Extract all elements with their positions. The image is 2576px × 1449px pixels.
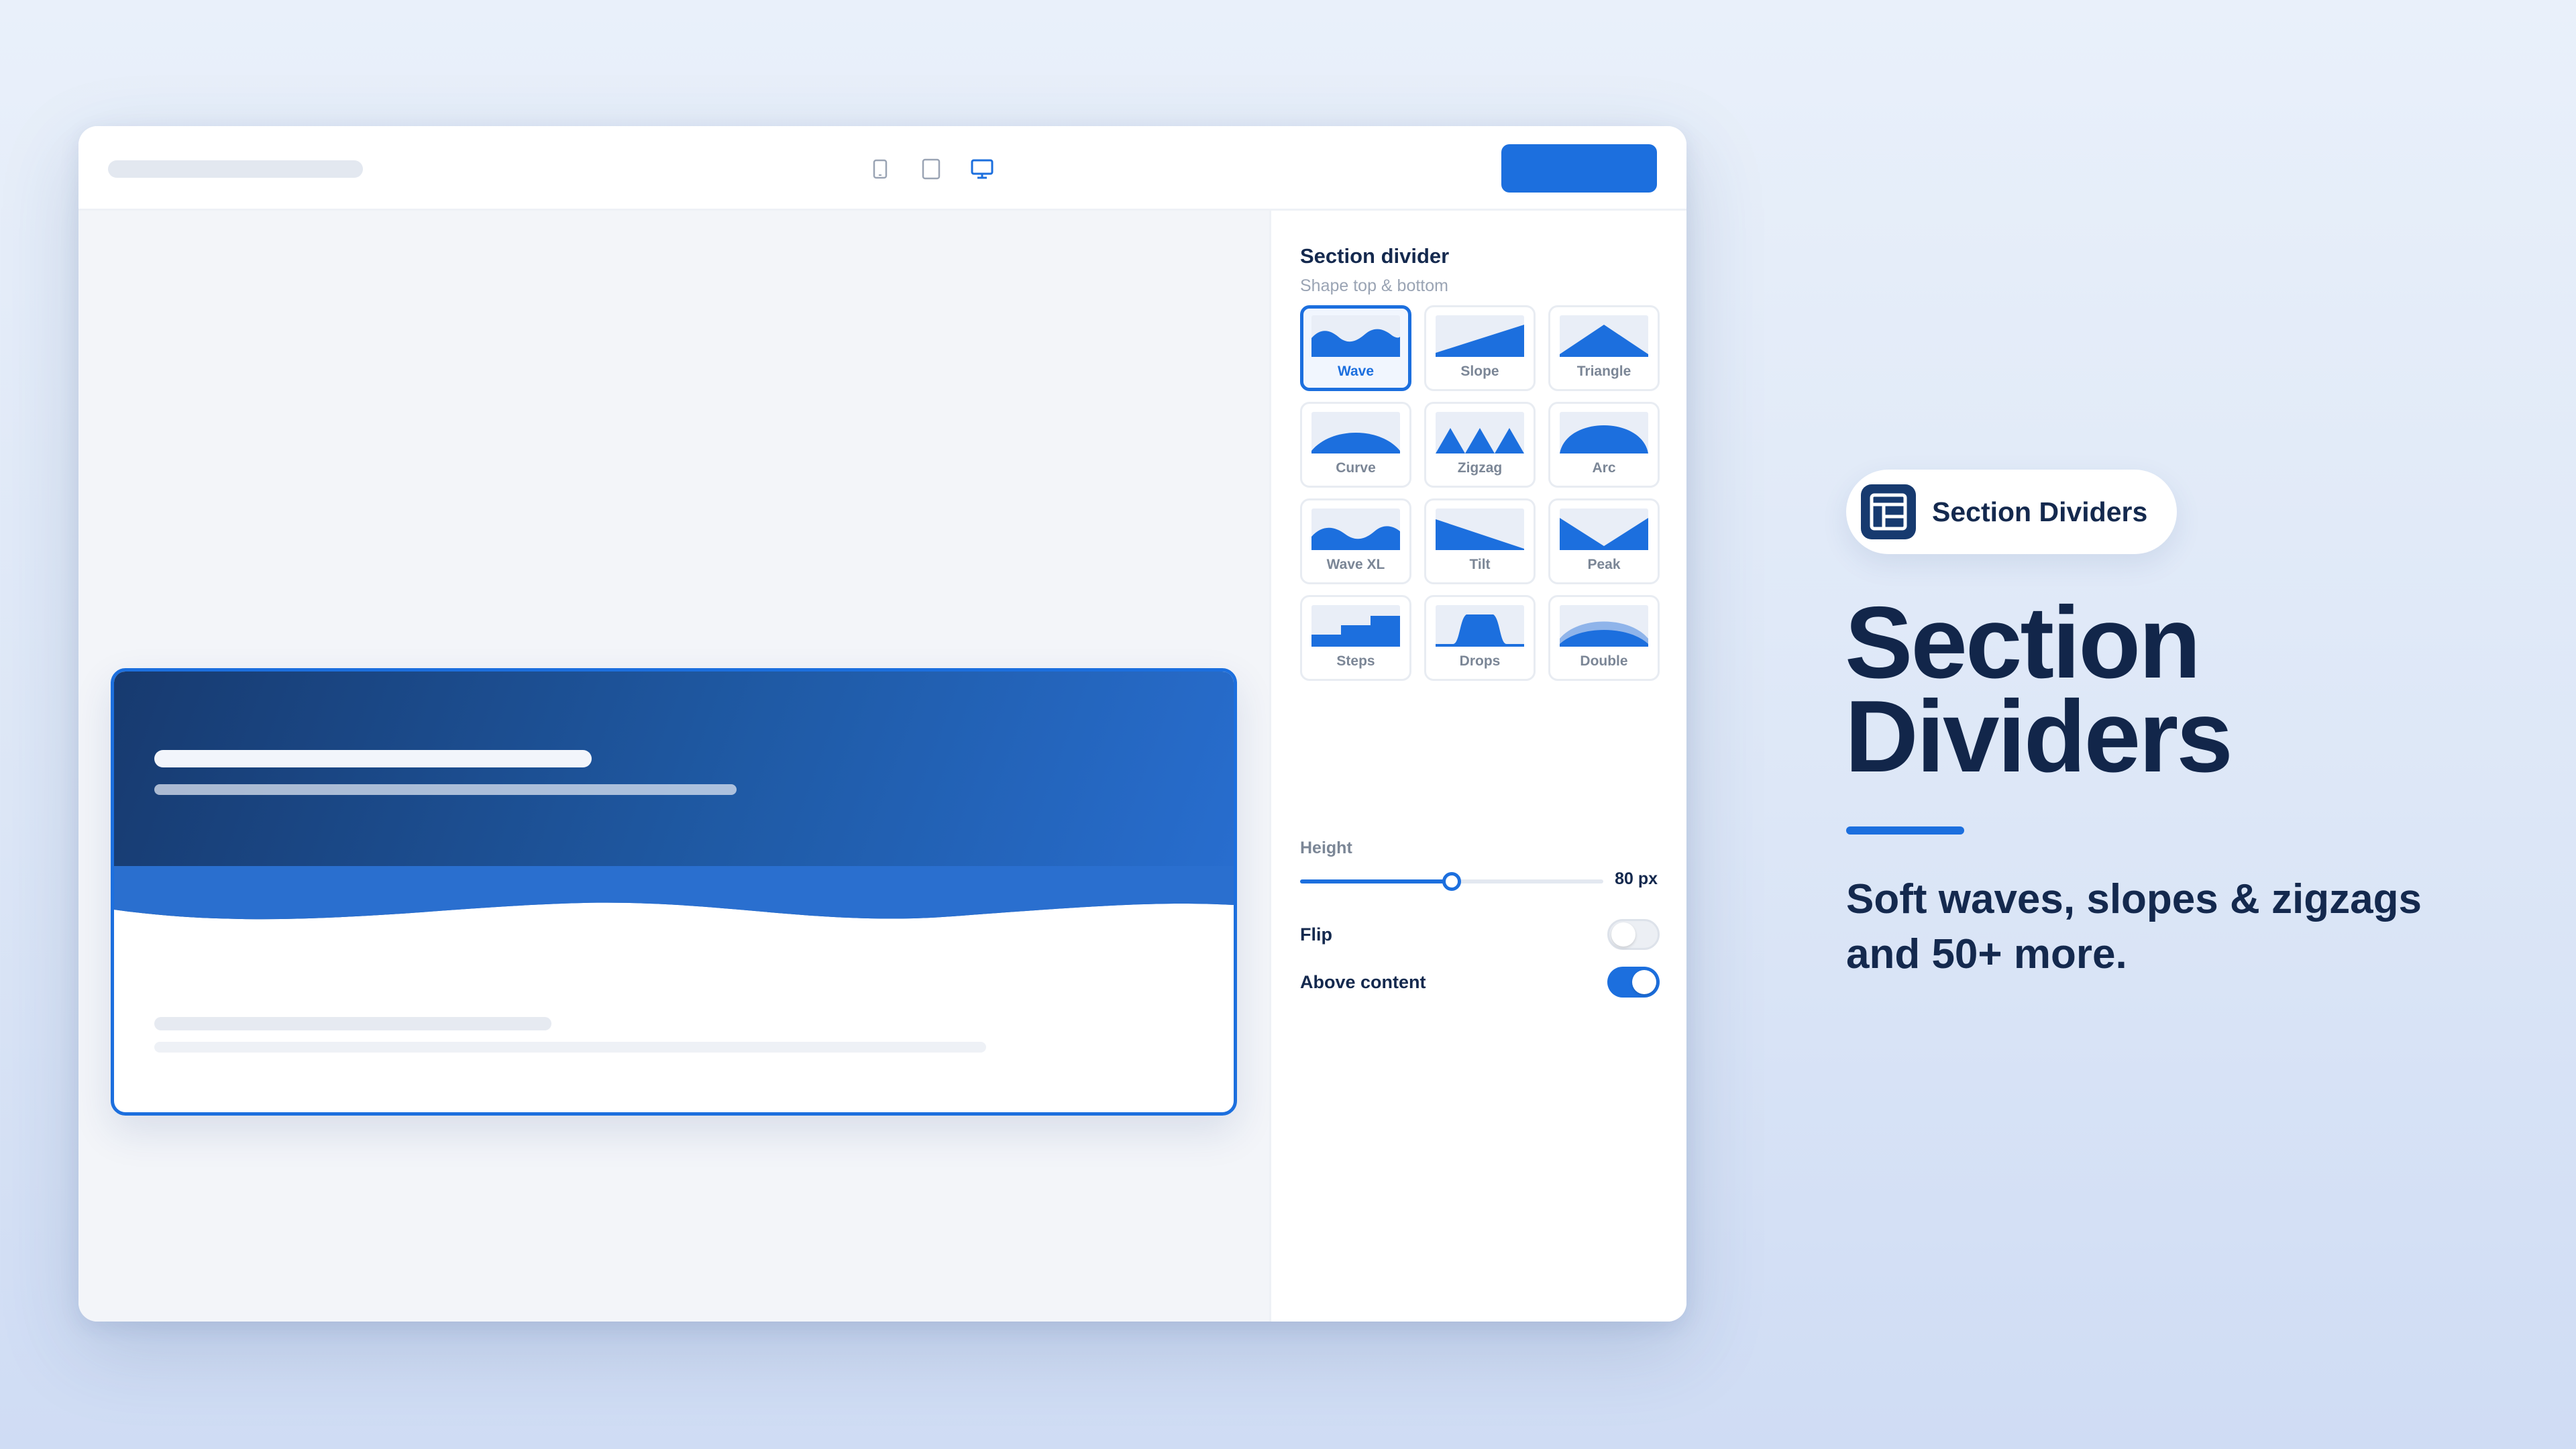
editor-window: Section divider Shape top & bottom Wave … <box>78 126 1686 1322</box>
shape-tile-drops[interactable]: Drops <box>1424 595 1536 681</box>
accent-divider <box>1846 826 1964 835</box>
body-text-placeholder <box>154 1017 551 1030</box>
shape-label: Steps <box>1336 653 1375 669</box>
shape-grid: Wave Slope Triangle Curve Zigzag Arc Wav… <box>1300 305 1660 681</box>
toggle-knob <box>1632 970 1656 994</box>
preview-canvas <box>78 211 1269 1322</box>
drops-shape-icon <box>1436 605 1524 647</box>
flip-toggle[interactable] <box>1607 919 1660 950</box>
settings-panel: Section divider Shape top & bottom Wave … <box>1269 211 1686 1322</box>
shape-label: Wave XL <box>1326 557 1385 572</box>
wave-divider <box>114 866 1234 947</box>
tagline-line: Soft waves, slopes & zigzags <box>1846 876 2422 922</box>
above-content-label: Above content <box>1300 972 1426 992</box>
flip-row: Flip <box>1300 919 1660 950</box>
feature-badge: Section Dividers <box>1846 470 2178 554</box>
badge-label: Section Dividers <box>1932 496 2148 527</box>
tagline: Soft waves, slopes & zigzags and 50+ mor… <box>1846 872 2517 982</box>
shape-tile-steps[interactable]: Steps <box>1300 595 1411 681</box>
hero-heading-placeholder <box>154 750 592 767</box>
layout-sections-icon <box>1861 484 1916 539</box>
shape-tile-zigzag[interactable]: Zigzag <box>1424 402 1536 488</box>
arc-shape-icon <box>1560 412 1648 453</box>
shape-tile-double[interactable]: Double <box>1548 595 1660 681</box>
page-title-placeholder <box>108 160 363 178</box>
triangle-shape-icon <box>1560 315 1648 357</box>
device-switcher <box>869 154 994 184</box>
shape-label: Curve <box>1336 460 1376 476</box>
tablet-icon[interactable] <box>920 158 943 180</box>
shape-tile-slope[interactable]: Slope <box>1424 305 1536 391</box>
zigzag-shape-icon <box>1436 412 1524 453</box>
editor-toolbar <box>78 126 1686 211</box>
hero-subheading-placeholder <box>154 784 737 795</box>
publish-button[interactable] <box>1501 144 1657 193</box>
shape-label: Triangle <box>1576 364 1631 379</box>
toggle-knob <box>1611 922 1635 947</box>
headline: Section Dividers <box>1845 586 2233 794</box>
panel-title: Section divider <box>1300 244 1450 268</box>
shape-label: Double <box>1580 653 1628 669</box>
steps-shape-icon <box>1311 605 1400 647</box>
slider-fill <box>1300 879 1452 883</box>
shape-tile-arc[interactable]: Arc <box>1548 402 1660 488</box>
headline-line: Section <box>1845 586 2201 700</box>
headline-line: Dividers <box>1845 680 2233 794</box>
flip-label: Flip <box>1300 924 1332 945</box>
shape-label: Peak <box>1587 557 1621 572</box>
tilt-shape-icon <box>1436 508 1524 550</box>
tagline-line: and 50+ more. <box>1846 931 2127 977</box>
peak-shape-icon <box>1560 508 1648 550</box>
wave-xl-shape-icon <box>1311 508 1400 550</box>
shape-label: Tilt <box>1469 557 1491 572</box>
shape-tile-triangle[interactable]: Triangle <box>1548 305 1660 391</box>
above-content-row: Above content <box>1300 967 1660 998</box>
body-text-placeholder <box>154 1042 986 1053</box>
desktop-icon[interactable] <box>971 158 994 180</box>
mobile-icon[interactable] <box>869 158 892 180</box>
shape-tile-peak[interactable]: Peak <box>1548 498 1660 584</box>
height-slider[interactable] <box>1300 872 1603 891</box>
shape-tile-wave-xl[interactable]: Wave XL <box>1300 498 1411 584</box>
shape-label: Wave <box>1337 364 1375 379</box>
curve-shape-icon <box>1311 412 1400 453</box>
shape-label: Arc <box>1592 460 1616 476</box>
height-value: 80 px <box>1615 869 1658 888</box>
slope-shape-icon <box>1436 315 1524 357</box>
promo-stage: Section divider Shape top & bottom Wave … <box>0 0 2576 1449</box>
shape-label: Zigzag <box>1457 460 1503 476</box>
panel-subtitle: Shape top & bottom <box>1300 276 1448 295</box>
shape-label: Drops <box>1459 653 1501 669</box>
height-label: Height <box>1300 839 1352 857</box>
preview-section-card[interactable] <box>111 668 1237 1116</box>
wave-shape-icon <box>1311 315 1400 357</box>
shape-tile-wave[interactable]: Wave <box>1300 305 1411 391</box>
double-shape-icon <box>1560 605 1648 647</box>
shape-tile-curve[interactable]: Curve <box>1300 402 1411 488</box>
shape-tile-tilt[interactable]: Tilt <box>1424 498 1536 584</box>
slider-thumb[interactable] <box>1442 872 1461 891</box>
above-content-toggle[interactable] <box>1607 967 1660 998</box>
shape-label: Slope <box>1460 364 1499 379</box>
